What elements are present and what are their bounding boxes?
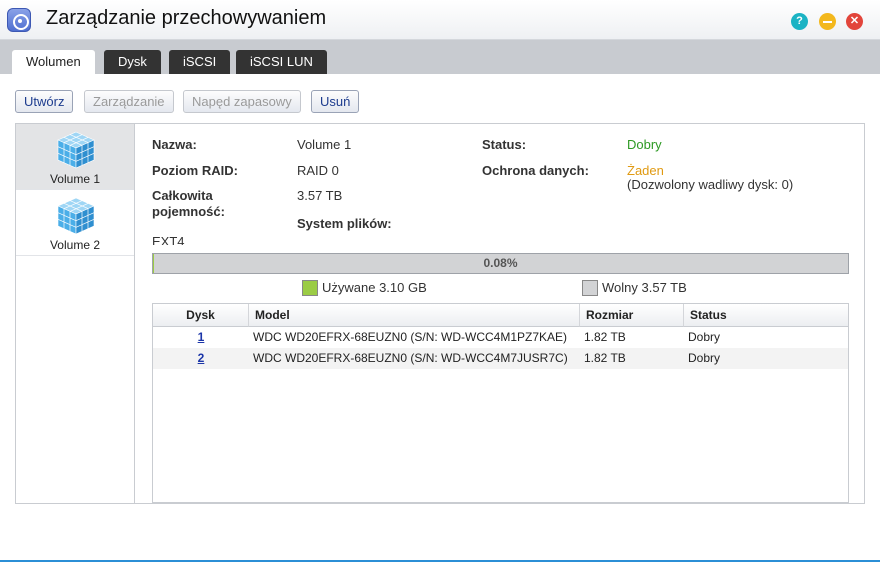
window-title: Zarządzanie przechowywaniem: [46, 7, 327, 29]
usage-progress-bar: 0.08%: [152, 253, 849, 274]
usage-percent: 0.08%: [483, 256, 518, 270]
raid-value: RAID 0: [297, 163, 339, 178]
protection-note: (Dozwolony wadliwy dysk: 0): [627, 177, 794, 192]
create-button[interactable]: Utwórz: [15, 90, 74, 113]
column-header-model[interactable]: Model: [249, 304, 580, 327]
volume-cube-icon: [57, 131, 95, 169]
volume-details: Nazwa: Volume 1 Status: Dobry Poziom RAI…: [136, 124, 864, 503]
protection-label: Ochrona danych:: [482, 163, 589, 178]
disk-status: Dobry: [688, 351, 721, 365]
spare-drive-button[interactable]: Napęd zapasowy: [183, 90, 301, 113]
column-header-status[interactable]: Status: [684, 304, 848, 327]
volume-label: Volume 2: [49, 238, 101, 252]
volume-item-2[interactable]: Volume 2: [16, 190, 134, 256]
free-legend-swatch: [582, 280, 598, 296]
name-value: Volume 1: [297, 137, 352, 152]
disk-model: WDC WD20EFRX-68EUZN0 (S/N: WD-WCC4M7JUSR…: [253, 351, 568, 365]
filesystem-value: EXT4: [152, 234, 185, 245]
disk-link[interactable]: 2: [198, 351, 205, 365]
volume-list: Volume 1 Volume 2: [16, 124, 135, 503]
filesystem-label: System plików:: [297, 216, 392, 231]
table-row[interactable]: 1 WDC WD20EFRX-68EUZN0 (S/N: WD-WCC4M1PZ…: [153, 327, 848, 348]
volume-item-1[interactable]: Volume 1: [16, 124, 134, 190]
tab-iscsi-lun[interactable]: iSCSI LUN: [236, 50, 327, 74]
capacity-value: 3.57 TB: [297, 188, 343, 203]
tab-dysk[interactable]: Dysk: [104, 50, 161, 74]
protection-value: Żaden: [627, 163, 664, 178]
used-legend-swatch: [302, 280, 318, 296]
tab-iscsi[interactable]: iSCSI: [169, 50, 231, 74]
minimize-button[interactable]: [819, 13, 836, 30]
tab-bar: Wolumen Dysk iSCSI iSCSI LUN: [0, 40, 880, 75]
tab-wolumen[interactable]: Wolumen: [12, 50, 95, 75]
column-header-size[interactable]: Rozmiar: [580, 304, 684, 327]
free-legend-label: Wolny 3.57 TB: [602, 280, 687, 295]
close-button[interactable]: ✕: [846, 13, 863, 30]
table-row[interactable]: 2 WDC WD20EFRX-68EUZN0 (S/N: WD-WCC4M7JU…: [153, 348, 848, 369]
manage-button[interactable]: Zarządzanie: [84, 90, 174, 113]
storage-app-icon: [7, 8, 31, 32]
volume-cube-icon: [57, 197, 95, 235]
column-header-disk[interactable]: Dysk: [153, 304, 249, 327]
delete-button[interactable]: Usuń: [311, 90, 360, 113]
disk-model: WDC WD20EFRX-68EUZN0 (S/N: WD-WCC4M1PZ7K…: [253, 330, 568, 344]
raid-label: Poziom RAID:: [152, 163, 238, 178]
volume-label: Volume 1: [49, 172, 101, 186]
name-label: Nazwa:: [152, 137, 197, 152]
disk-status: Dobry: [688, 330, 721, 344]
disk-size: 1.82 TB: [584, 330, 626, 344]
disk-size: 1.82 TB: [584, 351, 626, 365]
status-value: Dobry: [627, 137, 662, 152]
capacity-label: Całkowita pojemność:: [152, 188, 225, 219]
help-button[interactable]: ?: [791, 13, 808, 30]
disk-link[interactable]: 1: [198, 330, 205, 344]
used-legend-label: Używane 3.10 GB: [322, 280, 427, 295]
status-label: Status:: [482, 137, 527, 152]
title-bar: Zarządzanie przechowywaniem ? ✕: [0, 0, 880, 40]
disk-table: Dysk Model Rozmiar Status 1 WDC WD20EFRX…: [152, 303, 849, 503]
main-panel: Volume 1 Volume 2 Nazwa: Volume 1 Status…: [15, 123, 865, 504]
